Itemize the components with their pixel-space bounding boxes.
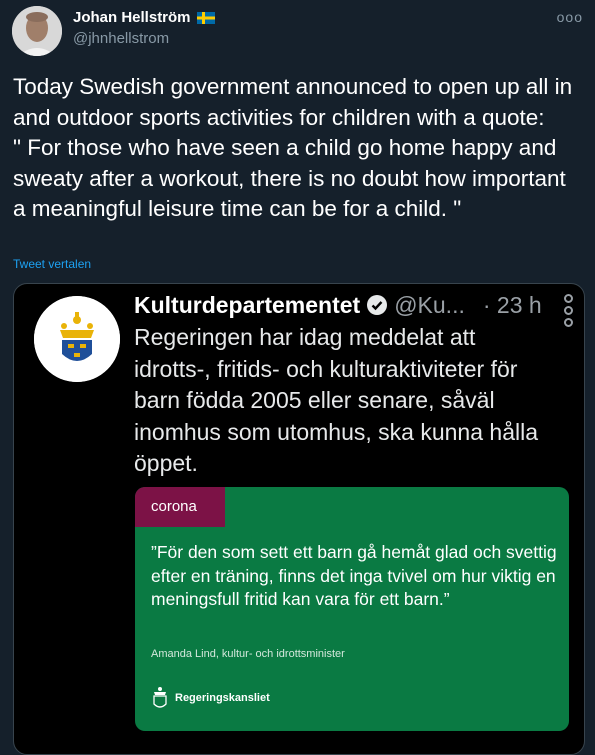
author-name[interactable]: Johan Hellström [73,9,191,26]
author-name-row[interactable]: Johan Hellström [73,9,215,26]
embedded-author-name: Kulturdepartementet [134,292,361,318]
translate-tweet-link[interactable]: Tweet vertalen [13,257,91,271]
vertical-dots-icon [564,294,573,330]
card-logo: Regeringskansliet [151,685,270,711]
embedded-header: Kulturdepartementet @Ku... · 23 h [134,290,542,320]
author-avatar[interactable] [12,6,62,56]
card-logo-text: Regeringskansliet [175,692,270,704]
card-tag: corona [135,487,225,527]
card-attribution: Amanda Lind, kultur- och idrottsminister [151,648,345,660]
card-quote: ”För den som sett ett barn gå hemåt glad… [151,542,557,609]
more-options-button[interactable]: ooo [557,9,583,25]
embedded-author-handle: @Ku... [394,292,465,318]
crown-logo-icon [34,296,120,382]
embedded-image[interactable]: Kulturdepartementet @Ku... · 23 h Regeri… [13,283,585,755]
embedded-text: Regeringen har idag meddelat att idrotts… [134,324,538,476]
quote-card: corona ”För den som sett ett barn gå hem… [135,487,569,731]
verified-badge-icon [367,295,388,315]
embedded-timestamp: · 23 h [482,292,542,318]
author-handle[interactable]: @jhnhellstrom [73,30,169,47]
tweet-text: Today Swedish government announced to op… [13,74,573,221]
government-crest-icon [153,687,167,708]
swedish-flag-icon [196,11,215,24]
